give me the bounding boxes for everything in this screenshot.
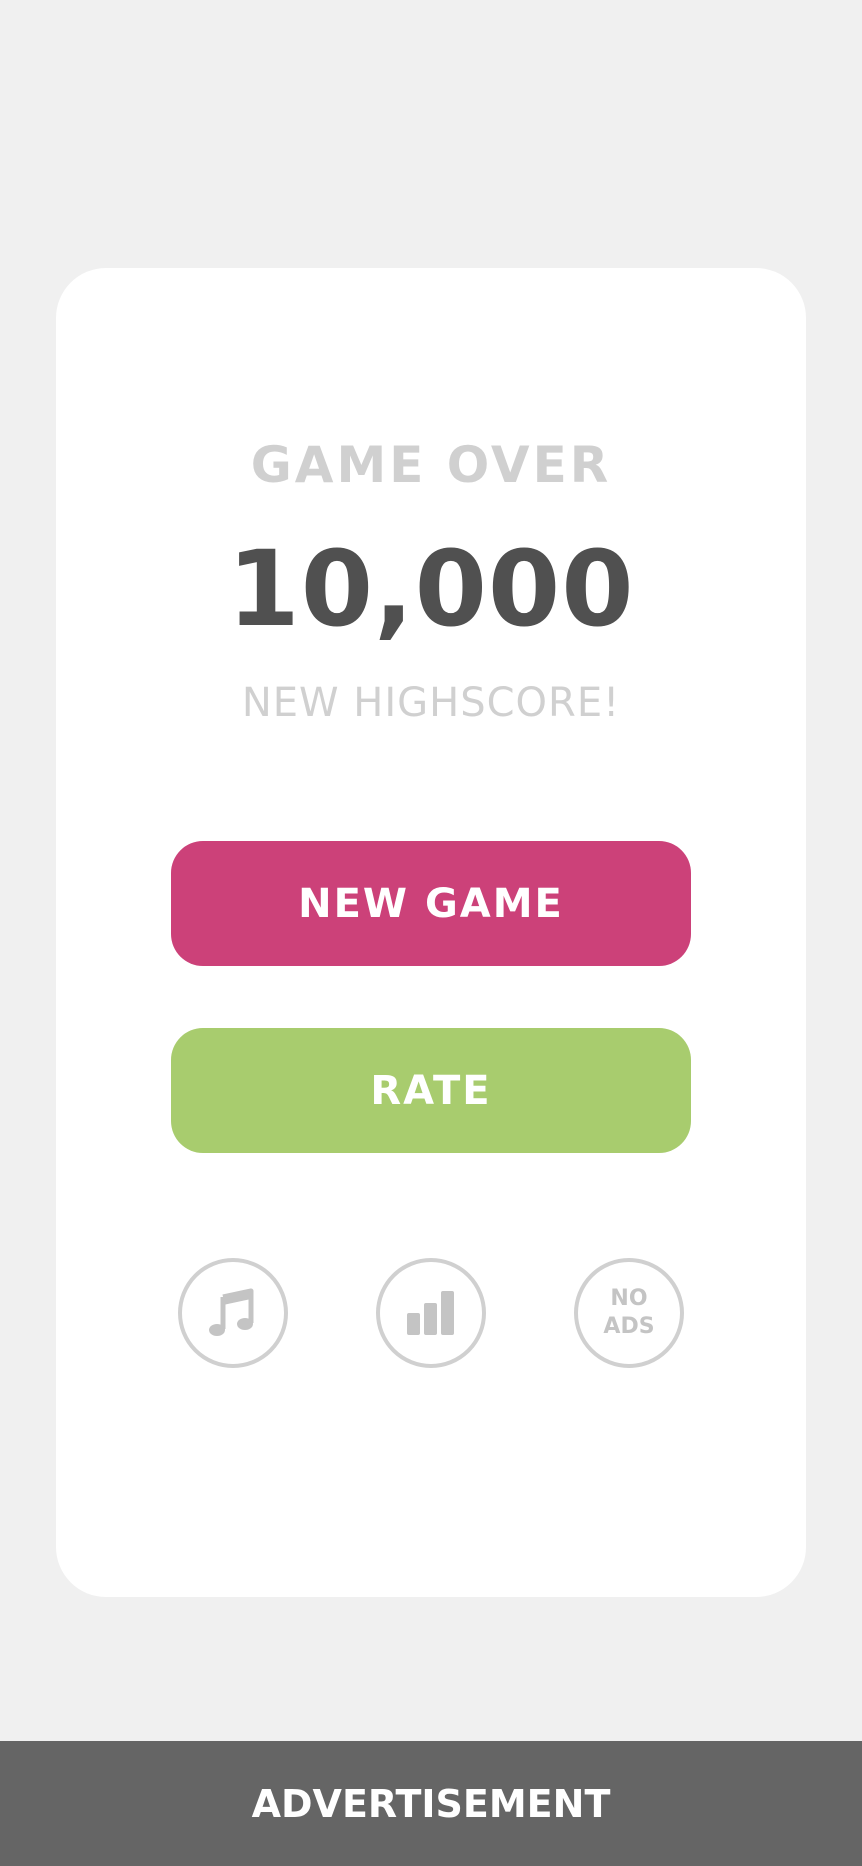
- highscore-message: NEW HIGHSCORE!: [241, 680, 621, 726]
- rate-button[interactable]: RATE: [171, 1028, 691, 1153]
- bar-chart-icon: [407, 1291, 454, 1335]
- no-ads-label-line1: NO: [610, 1286, 648, 1311]
- final-score: 10,000: [227, 528, 635, 650]
- music-toggle-button[interactable]: [178, 1258, 288, 1368]
- no-ads-button[interactable]: NO ADS: [574, 1258, 684, 1368]
- advertisement-banner[interactable]: ADVERTISEMENT: [0, 1741, 862, 1866]
- music-note-icon: [209, 1288, 254, 1336]
- leaderboard-button[interactable]: [376, 1258, 486, 1368]
- no-ads-icon: NO ADS: [603, 1285, 654, 1341]
- advertisement-label: ADVERTISEMENT: [251, 1781, 611, 1826]
- game-over-card: GAME OVER 10,000 NEW HIGHSCORE! NEW GAME…: [56, 268, 806, 1597]
- new-game-button[interactable]: NEW GAME: [171, 841, 691, 966]
- no-ads-label-line2: ADS: [603, 1314, 655, 1339]
- game-over-title: GAME OVER: [250, 436, 612, 494]
